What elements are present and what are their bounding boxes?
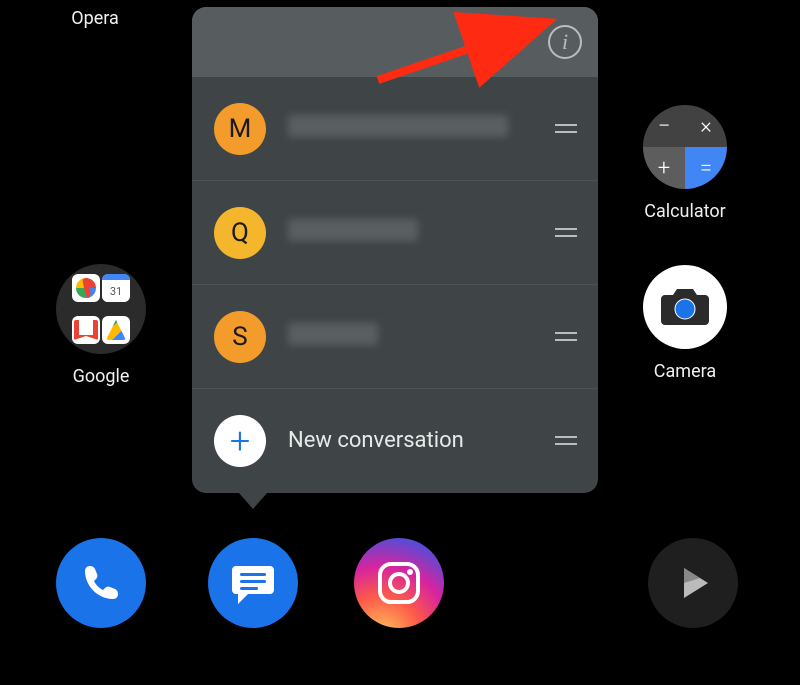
drag-handle-icon[interactable] xyxy=(554,332,578,341)
contact-name-redacted xyxy=(288,115,554,143)
popup-header: i xyxy=(192,7,598,77)
contact-avatar: S xyxy=(214,311,266,363)
app-calculator-label: Calculator xyxy=(620,201,750,222)
app-instagram[interactable] xyxy=(354,538,444,628)
app-camera-label: Camera xyxy=(620,361,750,382)
app-label-opera: Opera xyxy=(55,8,135,29)
shortcut-contact-2[interactable]: Q xyxy=(192,181,598,285)
play-movies-icon xyxy=(670,560,716,606)
contact-avatar: Q xyxy=(214,207,266,259)
shortcut-new-conversation[interactable]: + New conversation xyxy=(192,389,598,492)
app-phone[interactable] xyxy=(56,538,146,628)
app-play-movies[interactable] xyxy=(648,538,738,628)
app-messages[interactable] xyxy=(208,538,298,628)
contact-name-redacted xyxy=(288,219,554,247)
drag-handle-icon[interactable] xyxy=(554,228,578,237)
app-calculator[interactable]: − × + = Calculator xyxy=(620,105,750,222)
messages-icon xyxy=(228,558,278,608)
plus-icon: + xyxy=(214,415,266,467)
contact-avatar: M xyxy=(214,103,266,155)
new-conversation-label: New conversation xyxy=(288,428,554,453)
instagram-icon xyxy=(372,556,426,610)
calculator-icon: − × + = xyxy=(643,105,727,189)
folder-google-label: Google xyxy=(56,366,146,387)
app-info-button[interactable]: i xyxy=(548,25,582,59)
messages-shortcuts-popup: i M Q S + New conversation xyxy=(192,7,598,493)
shortcut-contact-3[interactable]: S xyxy=(192,285,598,389)
calendar-icon xyxy=(102,274,130,302)
drag-handle-icon[interactable] xyxy=(554,436,578,445)
camera-icon xyxy=(643,265,727,349)
shortcut-contact-1[interactable]: M xyxy=(192,77,598,181)
folder-google-icon xyxy=(56,264,146,354)
phone-icon xyxy=(78,560,124,606)
maps-icon xyxy=(72,274,100,302)
folder-google[interactable]: Google xyxy=(56,264,146,387)
drag-handle-icon[interactable] xyxy=(554,124,578,133)
drive-icon xyxy=(102,316,130,344)
gmail-icon xyxy=(72,316,100,344)
app-camera[interactable]: Camera xyxy=(620,265,750,382)
popup-body: M Q S + New conversation xyxy=(192,77,598,492)
contact-name-redacted xyxy=(288,323,554,351)
